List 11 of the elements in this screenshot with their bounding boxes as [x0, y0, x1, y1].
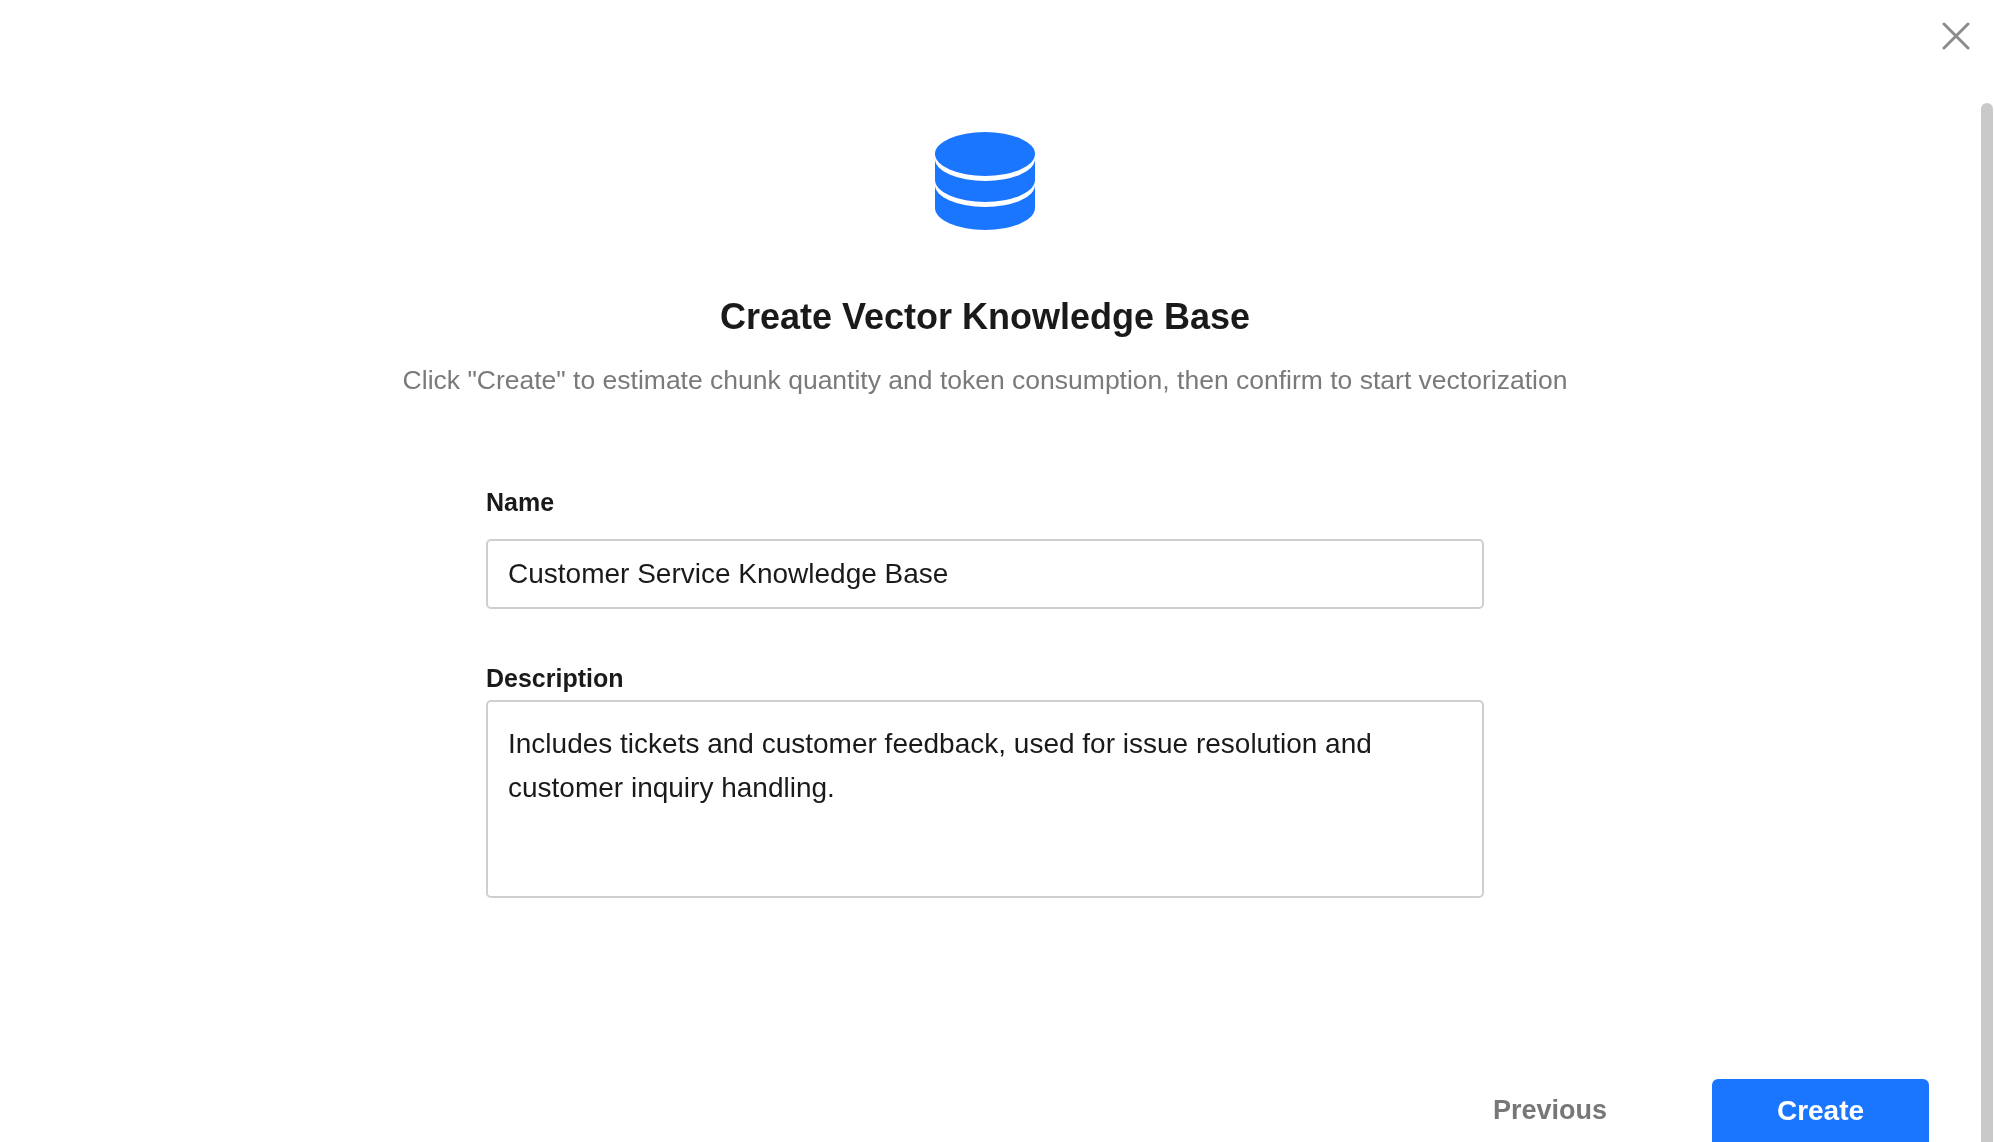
dialog-subtitle: Click "Create" to estimate chunk quantity and token consumption, then confirm to start vectorization: [402, 364, 1568, 397]
scrollbar-thumb[interactable]: [1981, 103, 1993, 1142]
close-icon[interactable]: [1942, 22, 1970, 50]
field-label: Name: [486, 487, 555, 518]
database-icon: [935, 132, 1035, 230]
create-button[interactable]: Create: [1712, 1079, 1929, 1142]
description-textarea[interactable]: Includes tickets and customer feedback, used for issue resolution and customer inquiry handling.: [486, 700, 1484, 898]
dialog-title: Create Vector Knowledge Base: [719, 295, 1251, 339]
name-input[interactable]: Customer Service Knowledge Base: [486, 539, 1484, 609]
previous-button[interactable]: Previous: [1468, 1079, 1631, 1142]
field-label: Description: [486, 663, 624, 694]
